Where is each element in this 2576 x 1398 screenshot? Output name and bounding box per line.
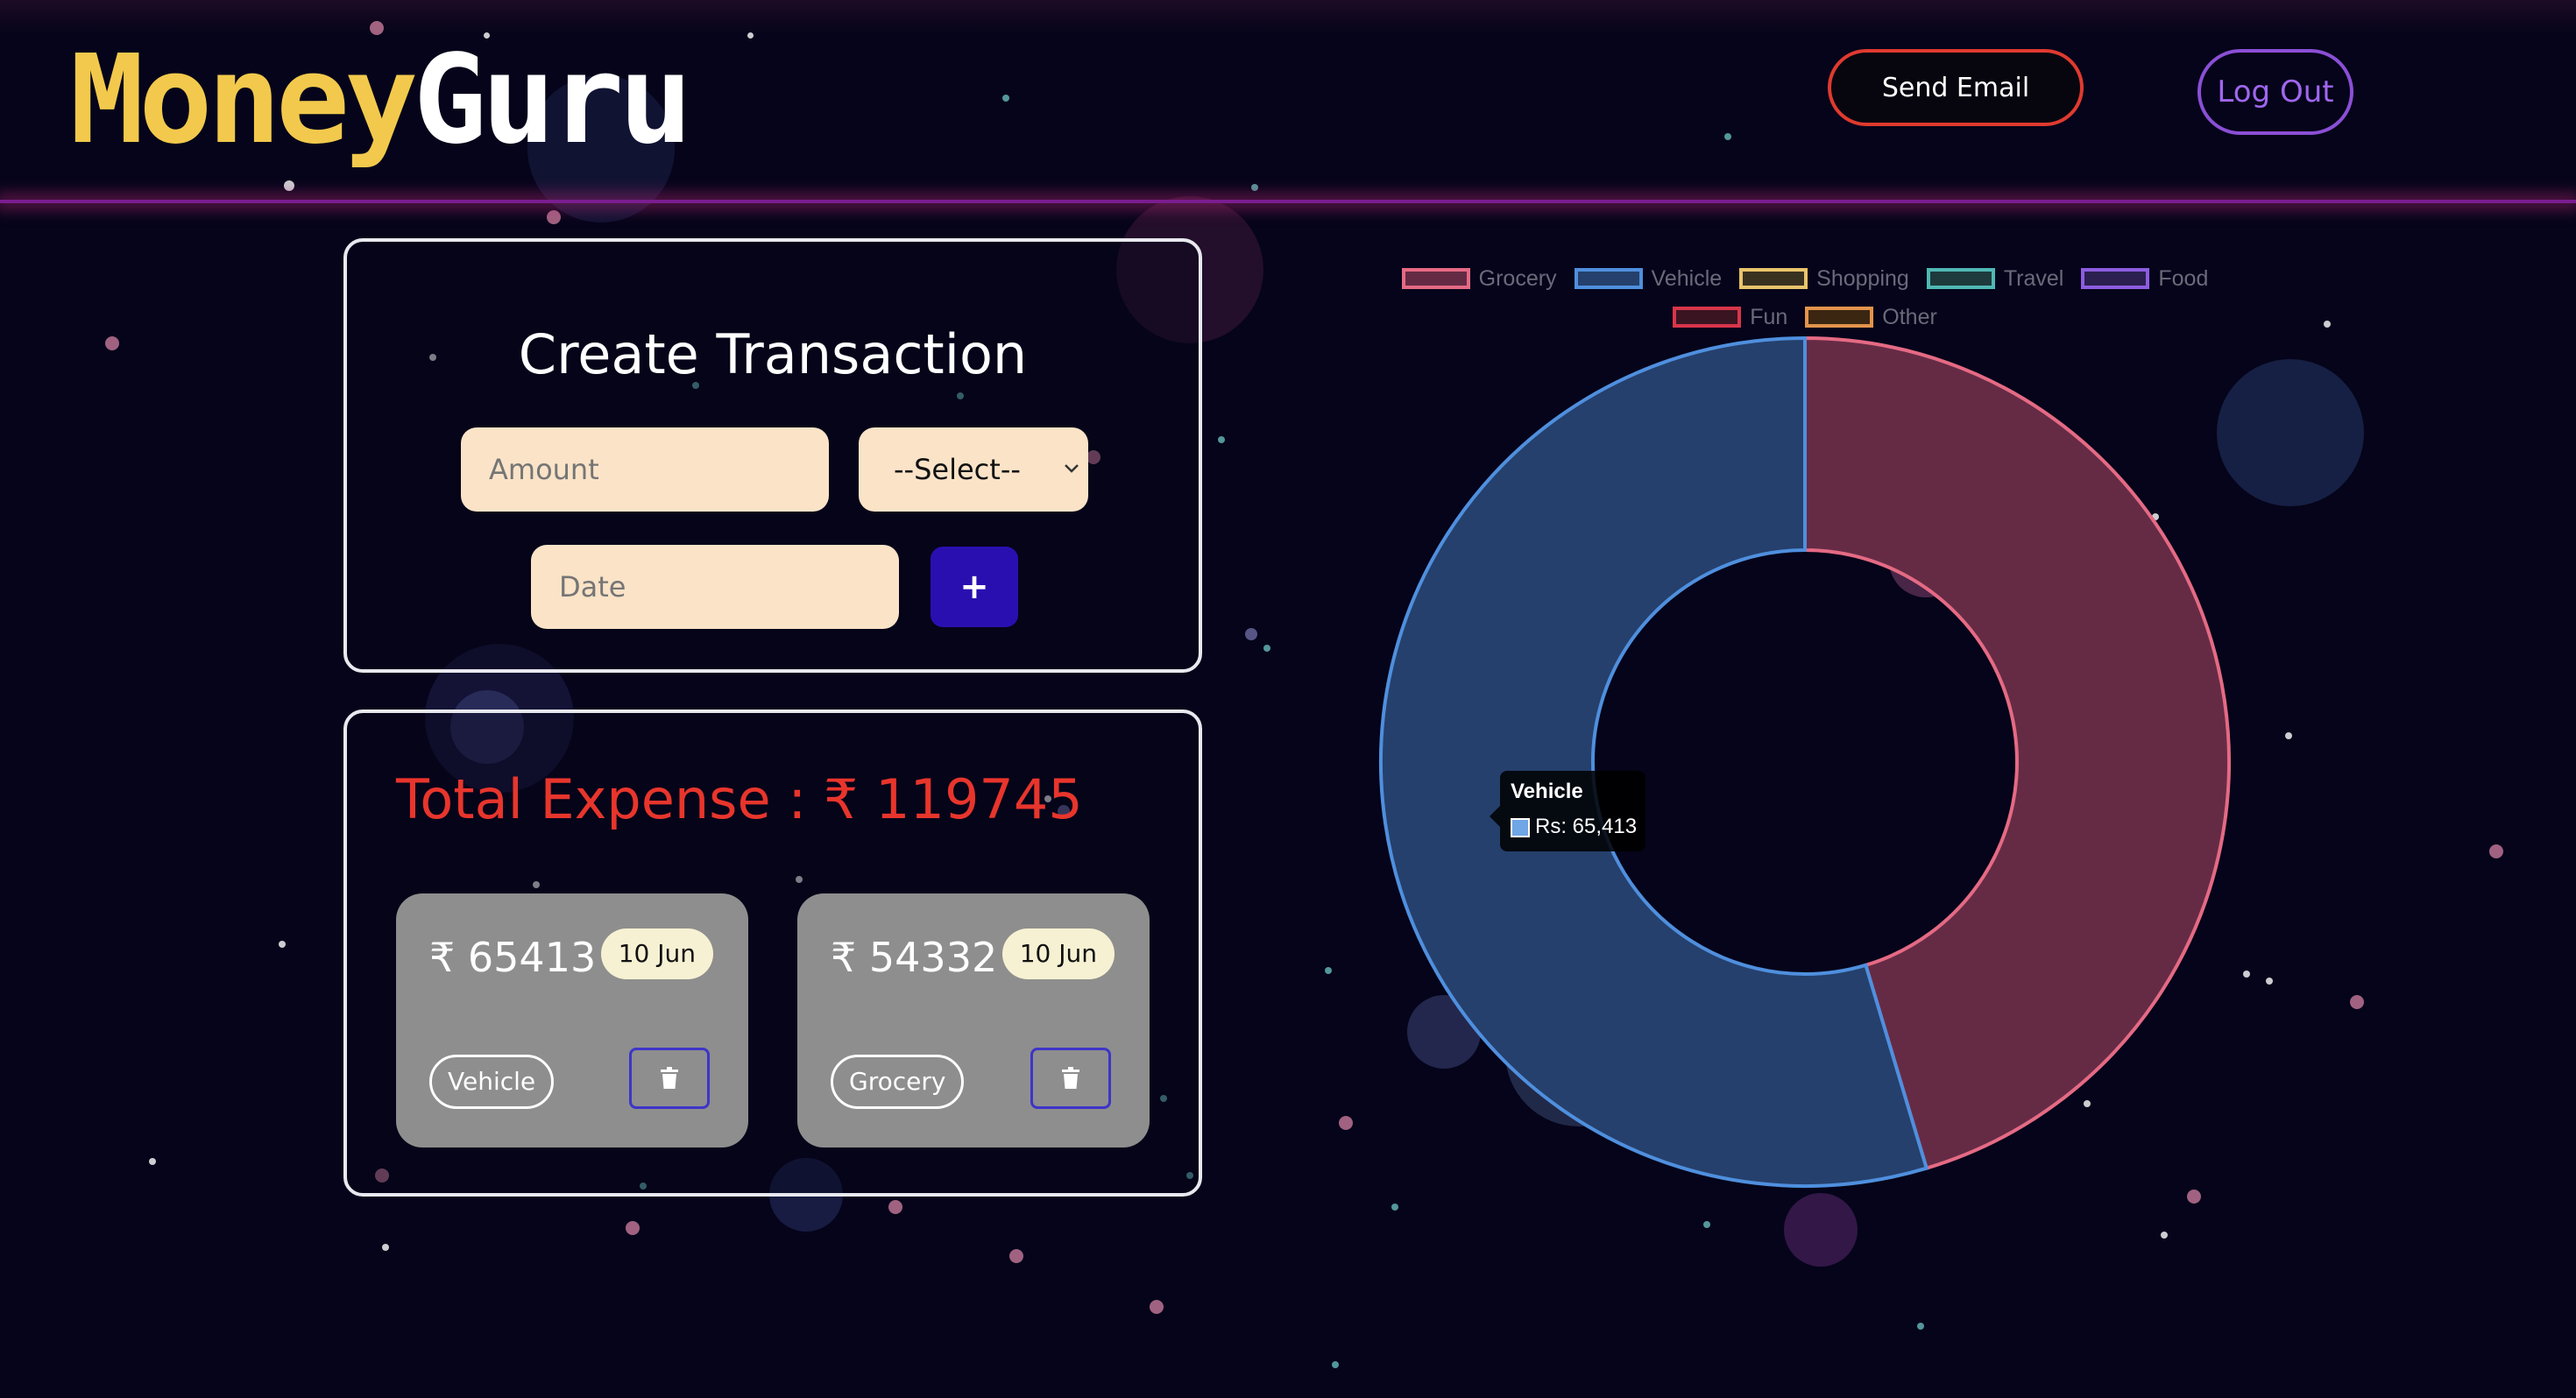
app-logo: MoneyGuru <box>70 35 693 166</box>
particle <box>279 941 286 948</box>
logout-button[interactable]: Log Out <box>2197 49 2353 135</box>
particle <box>1009 1249 1023 1263</box>
legend-label: Grocery <box>1478 265 1557 291</box>
transaction-category: Grocery <box>831 1055 965 1109</box>
legend-label: Shopping <box>1816 265 1909 291</box>
trash-icon <box>661 1067 678 1089</box>
expense-doughnut-chart <box>1379 335 2231 1188</box>
tooltip-title: Vehicle <box>1511 780 1583 803</box>
legend-swatch <box>1401 268 1470 289</box>
particle <box>1218 436 1225 443</box>
particle <box>2350 995 2364 1009</box>
header: MoneyGuru Send Email Log Out <box>0 0 2576 201</box>
legend-item-vehicle[interactable]: Vehicle <box>1574 265 1723 292</box>
particle <box>2324 321 2331 328</box>
legend-item-travel[interactable]: Travel <box>1926 265 2064 292</box>
logo-guru: Guru <box>413 29 692 172</box>
particle <box>1263 645 1270 652</box>
transaction-amount: ₹ 65413 <box>429 934 597 981</box>
transaction-card: ₹ 65413 10 Jun Vehicle <box>396 893 748 1147</box>
particle <box>1917 1323 1924 1330</box>
legend-label: Food <box>2158 265 2209 291</box>
create-transaction-title: Create Transaction <box>518 322 1028 386</box>
add-transaction-button[interactable]: + <box>931 547 1018 627</box>
particle <box>547 210 561 224</box>
date-input[interactable] <box>531 545 899 629</box>
legend-row: Fun Other <box>1367 298 2243 336</box>
particle <box>2161 1232 2168 1239</box>
legend-label: Travel <box>2003 265 2064 291</box>
legend-swatch <box>1926 268 1995 289</box>
particle <box>1150 1300 1164 1314</box>
legend-item-food[interactable]: Food <box>2081 266 2208 292</box>
legend-swatch <box>1805 307 1874 328</box>
legend-row: Grocery Vehicle Shopping Travel Food <box>1367 259 2243 298</box>
delete-transaction-button[interactable] <box>1030 1048 1111 1109</box>
amount-input[interactable] <box>461 427 829 512</box>
legend-item-grocery[interactable]: Grocery <box>1401 265 1557 292</box>
particle <box>2285 732 2292 739</box>
particle <box>2266 978 2273 985</box>
category-select-value: --Select-- <box>894 453 1021 486</box>
transaction-date: 10 Jun <box>1001 928 1115 979</box>
particle <box>626 1221 640 1235</box>
legend-label: Other <box>1882 304 1937 329</box>
header-divider <box>0 200 2576 203</box>
legend-swatch <box>1673 307 1742 328</box>
particle <box>1703 1221 1710 1228</box>
chevron-down-icon <box>1064 427 1079 548</box>
legend-label: Vehicle <box>1651 265 1723 291</box>
particle <box>149 1158 156 1165</box>
particle <box>1339 1116 1353 1130</box>
transaction-card: ₹ 54332 10 Jun Grocery <box>797 893 1150 1147</box>
tooltip-swatch <box>1511 818 1530 837</box>
send-email-button[interactable]: Send Email <box>1828 49 2084 126</box>
tooltip-value: Rs: 65,413 <box>1535 815 1638 838</box>
delete-transaction-button[interactable] <box>629 1048 710 1109</box>
particle <box>2489 844 2503 858</box>
transaction-date: 10 Jun <box>600 928 713 979</box>
expense-summary-card: Total Expense : ₹ 119745 ₹ 65413 10 Jun … <box>343 710 1202 1197</box>
logo-money: Money <box>70 29 418 172</box>
category-select[interactable]: --Select-- <box>859 427 1088 512</box>
legend-swatch <box>1574 268 1643 289</box>
particle <box>1325 967 1332 974</box>
particle <box>1245 628 1257 640</box>
create-transaction-card: Create Transaction --Select-- + <box>343 238 1202 673</box>
legend-item-shopping[interactable]: Shopping <box>1739 266 1909 292</box>
total-expense: Total Expense : ₹ 119745 <box>396 767 1083 831</box>
legend-label: Fun <box>1750 304 1788 329</box>
particle <box>382 1244 389 1251</box>
legend-item-other[interactable]: Other <box>1805 305 1937 330</box>
particle <box>888 1200 902 1214</box>
particle <box>1332 1361 1339 1368</box>
particle <box>105 336 119 350</box>
chart-tooltip: Vehicle Rs: 65,413 <box>1490 771 1645 851</box>
chart-legend: Grocery Vehicle Shopping Travel Food Fun Other <box>1367 259 2243 336</box>
transaction-amount: ₹ 54332 <box>831 934 998 981</box>
particle <box>2243 971 2250 978</box>
legend-swatch <box>1739 268 1808 289</box>
transaction-category: Vehicle <box>429 1055 555 1109</box>
tooltip-caret <box>1490 806 1500 827</box>
legend-item-fun[interactable]: Fun <box>1673 305 1787 330</box>
legend-swatch <box>2081 268 2150 289</box>
trash-icon <box>1062 1067 1079 1089</box>
